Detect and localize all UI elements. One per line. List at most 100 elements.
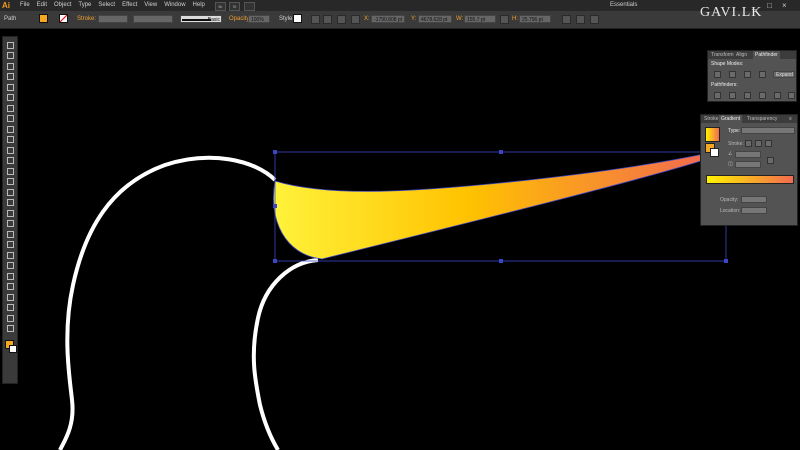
outline-path-inner[interactable] <box>251 258 319 450</box>
free-transform-tool-icon[interactable] <box>5 199 15 207</box>
eraser-tool-icon[interactable] <box>5 157 15 165</box>
magic-wand-glyph <box>6 62 14 70</box>
blob-brush-tool-icon[interactable] <box>5 146 15 154</box>
shape-builder-glyph <box>6 209 14 217</box>
stroke-along-button[interactable] <box>755 140 762 147</box>
direct-selection-tool-icon[interactable] <box>5 52 15 60</box>
aspect-ratio-field[interactable] <box>735 161 761 168</box>
tab-transform[interactable]: Transform <box>711 51 734 59</box>
exclude-button[interactable] <box>759 71 766 78</box>
tab-align[interactable]: Align <box>736 51 747 59</box>
gradient-glyph <box>6 241 14 248</box>
symbol-sprayer-glyph <box>6 272 14 280</box>
unite-button[interactable] <box>714 71 721 78</box>
pencil-glyph <box>6 136 14 143</box>
magic-wand-tool-icon[interactable] <box>5 62 15 70</box>
gradient-type-label: Type: <box>728 128 741 134</box>
hand-tool-icon[interactable] <box>5 314 15 322</box>
direct-selection-glyph <box>6 52 14 59</box>
scale-tool-icon[interactable] <box>5 178 15 186</box>
stroke-across-button[interactable] <box>765 140 772 147</box>
symbol-sprayer-tool-icon[interactable] <box>5 272 15 280</box>
eyedropper-tool-icon[interactable] <box>5 251 15 259</box>
slice-glyph <box>6 304 14 311</box>
mesh-tool-icon[interactable] <box>5 230 15 238</box>
artboard-canvas[interactable] <box>0 0 800 450</box>
minus-back-button[interactable] <box>788 92 795 99</box>
column-graph-tool-icon[interactable] <box>5 283 15 291</box>
angle-field[interactable] <box>735 151 761 158</box>
intersect-button[interactable] <box>744 71 751 78</box>
gradient-wing-shape[interactable] <box>273 154 704 259</box>
gradient-slider[interactable] <box>706 175 794 184</box>
zoom-tool-icon[interactable] <box>5 325 15 333</box>
pathfinders-label: Pathfinders: <box>711 82 738 88</box>
gradient-location-label: Location: <box>720 208 741 214</box>
selection-tool-icon[interactable] <box>5 41 15 49</box>
panel-options-icon[interactable]: ≡ <box>789 115 792 123</box>
gradient-panel: Stroke Gradient Transparency ≡ Type: Str… <box>700 114 798 226</box>
eyedropper-glyph <box>6 251 14 259</box>
scale-glyph <box>6 178 14 185</box>
gradient-tool-icon[interactable] <box>5 241 15 249</box>
minus-front-button[interactable] <box>729 71 736 78</box>
slice-tool-icon[interactable] <box>5 304 15 312</box>
tab-pathfinder[interactable]: Pathfinder <box>753 51 780 59</box>
lasso-glyph <box>6 73 14 80</box>
selection-glyph <box>6 41 14 49</box>
shape-builder-tool-icon[interactable] <box>5 209 15 217</box>
gradient-location-field[interactable] <box>741 207 767 214</box>
tab-gradient[interactable]: Gradient <box>719 115 743 123</box>
paintbrush-glyph <box>6 125 14 133</box>
width-tool-icon[interactable] <box>5 188 15 196</box>
artboard-glyph <box>6 293 14 301</box>
outline-button[interactable] <box>774 92 781 99</box>
type-tool-icon[interactable] <box>5 94 15 102</box>
crop-button[interactable] <box>759 92 766 99</box>
stroke-within-button[interactable] <box>745 140 752 147</box>
line-glyph <box>6 104 14 112</box>
handle-middle-left[interactable] <box>273 204 277 208</box>
width-glyph <box>6 188 14 196</box>
angle-icon: ∠ <box>728 151 733 157</box>
blend-glyph <box>6 262 14 269</box>
blend-tool-icon[interactable] <box>5 262 15 270</box>
toolbar-stroke-swatch[interactable] <box>9 345 17 353</box>
type-glyph <box>6 94 14 101</box>
pen-glyph <box>6 83 14 91</box>
tab-transparency[interactable]: Transparency <box>747 115 777 123</box>
gradient-thumbnail[interactable] <box>705 127 720 142</box>
mesh-glyph <box>6 230 14 238</box>
tab-stroke[interactable]: Stroke <box>704 115 718 123</box>
reverse-gradient-button[interactable] <box>767 157 774 164</box>
rotate-glyph <box>6 167 14 175</box>
pathfinder-panel: Transform Align Pathfinder Shape Modes: … <box>707 50 797 102</box>
lasso-tool-icon[interactable] <box>5 73 15 81</box>
artboard-tool-icon[interactable] <box>5 293 15 301</box>
tools-panel <box>2 36 18 384</box>
expand-button[interactable]: Expand <box>773 71 795 78</box>
gradient-opacity-label: Opacity: <box>720 197 739 203</box>
trim-button[interactable] <box>729 92 736 99</box>
line-tool-icon[interactable] <box>5 104 15 112</box>
rotate-tool-icon[interactable] <box>5 167 15 175</box>
divide-button[interactable] <box>714 92 721 99</box>
column-graph-glyph <box>6 283 14 290</box>
merge-button[interactable] <box>744 92 751 99</box>
shape-modes-label: Shape Modes: <box>711 61 744 67</box>
paintbrush-tool-icon[interactable] <box>5 125 15 133</box>
handle-bottom-right[interactable] <box>724 259 728 263</box>
gradient-opacity-field[interactable] <box>741 196 767 203</box>
handle-bottom-left[interactable] <box>273 259 277 263</box>
rectangle-tool-icon[interactable] <box>5 115 15 123</box>
outline-path-outer[interactable] <box>58 155 277 450</box>
pen-tool-icon[interactable] <box>5 83 15 91</box>
pencil-tool-icon[interactable] <box>5 136 15 144</box>
stroke-indicator[interactable] <box>710 148 719 157</box>
perspective-grid-tool-icon[interactable] <box>5 220 15 228</box>
handle-top-middle[interactable] <box>499 150 503 154</box>
handle-bottom-middle[interactable] <box>499 259 503 263</box>
gradient-type-select[interactable] <box>741 127 795 134</box>
handle-top-left[interactable] <box>273 150 277 154</box>
rectangle-glyph <box>6 115 14 122</box>
